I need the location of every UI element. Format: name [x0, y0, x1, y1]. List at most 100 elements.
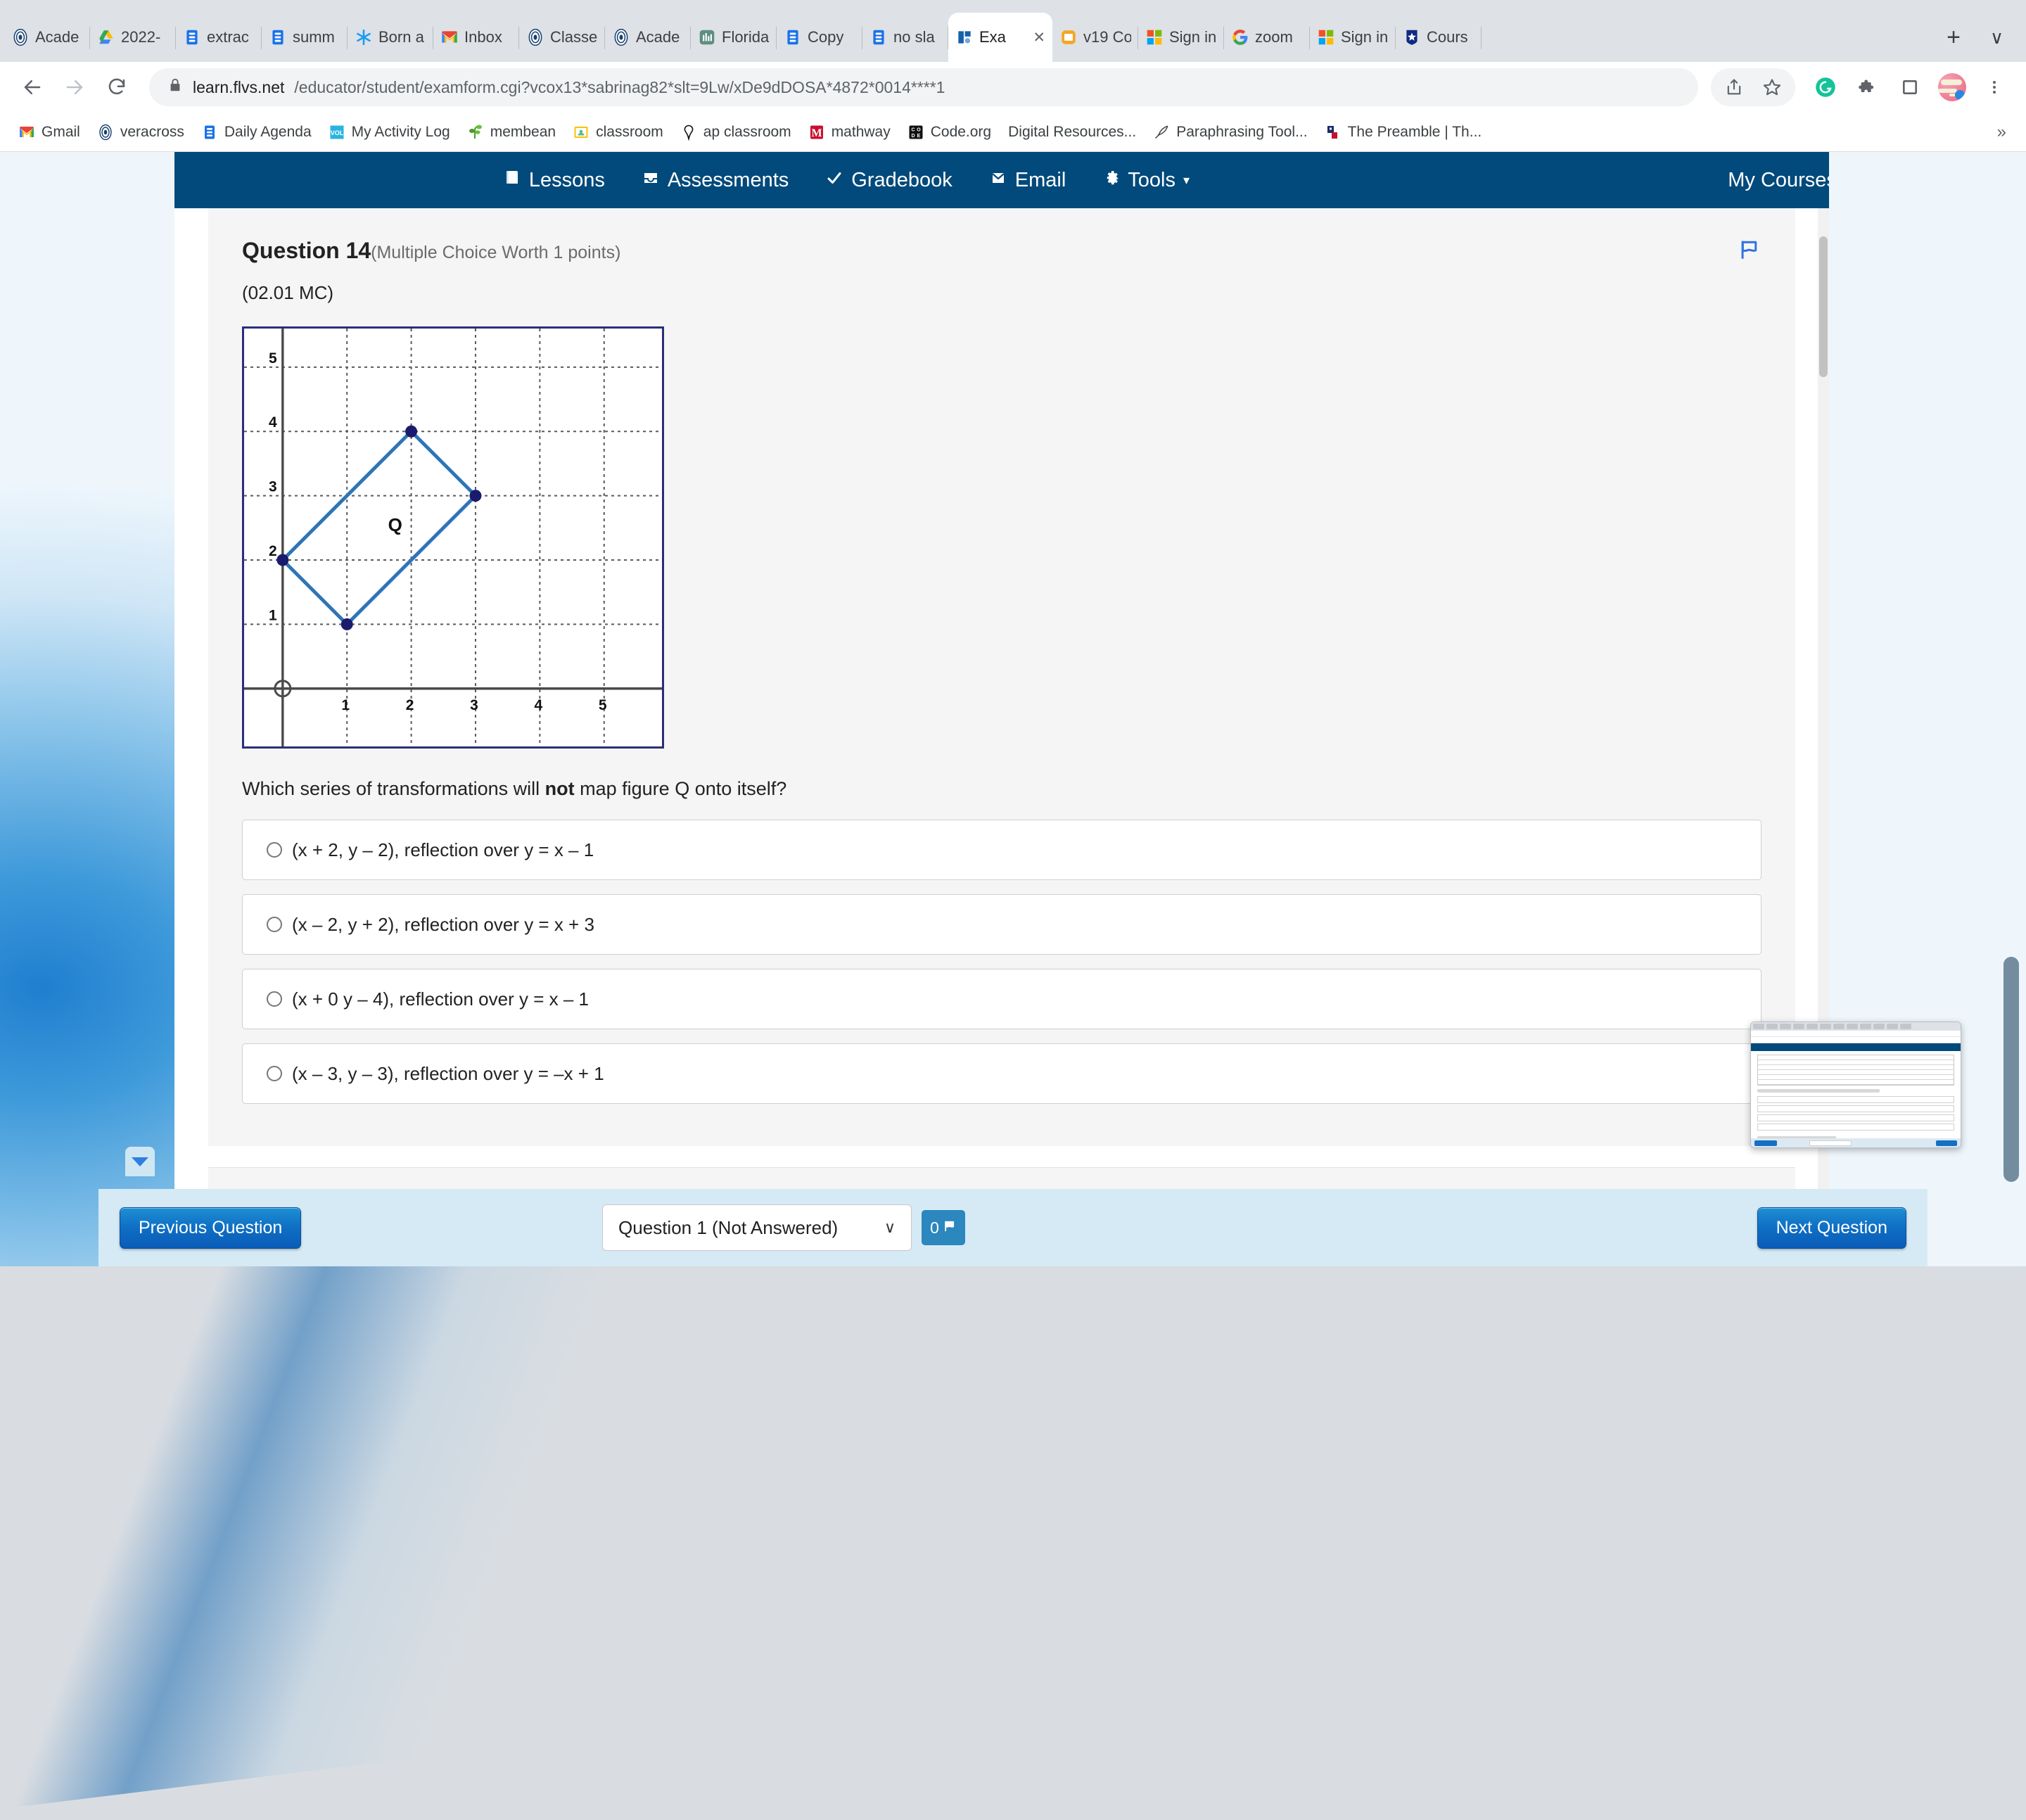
nav-lessons[interactable]: Lessons [504, 168, 605, 192]
flvs-page: FLVS Lessons Assessments Gradebook [174, 152, 1829, 1266]
bottom-right-actions: Next Question [1757, 1207, 1906, 1249]
bookmarks-overflow-button[interactable]: » [1987, 122, 2016, 142]
gear-icon [1102, 169, 1120, 192]
radio-button[interactable] [267, 1066, 282, 1081]
answer-choice[interactable]: (x – 2, y + 2), reflection over y = x + … [242, 894, 1761, 955]
nav-tools[interactable]: Tools ▾ [1102, 169, 1190, 192]
gmail-icon [18, 124, 35, 141]
thumb-bookmarks [1751, 1037, 1961, 1043]
tab-label: Classe [550, 28, 598, 46]
browser-tab[interactable]: Acade [4, 13, 90, 62]
next-question-button[interactable]: Next Question [1757, 1207, 1906, 1249]
bookmark-item[interactable]: Digital Resources... [1000, 120, 1145, 145]
bookmark-item[interactable]: The Preamble | Th... [1316, 120, 1491, 145]
browser-tab[interactable]: 2022- [90, 13, 176, 62]
scrollbar-thumb[interactable] [1819, 236, 1828, 377]
bookmark-label: Code.org [931, 124, 991, 141]
browser-tab[interactable]: summ [262, 13, 348, 62]
bookmark-item[interactable]: ap classroom [672, 120, 800, 145]
collapse-panel-button[interactable] [125, 1147, 155, 1176]
answer-choice-label: (x – 2, y + 2), reflection over y = x + … [292, 914, 594, 936]
tab-search-chevron-icon[interactable]: ∨ [1990, 27, 2013, 49]
answer-choice-list: (x + 2, y – 2), reflection over y = x – … [242, 820, 1761, 1104]
browser-tab[interactable]: Acade [605, 13, 691, 62]
browser-tab[interactable]: Classe [519, 13, 605, 62]
answer-choice[interactable]: (x + 2, y – 2), reflection over y = x – … [242, 820, 1761, 880]
browser-tab[interactable]: Exa✕ [948, 13, 1052, 62]
share-icon[interactable] [1715, 68, 1753, 106]
new-tab-button[interactable]: + [1935, 24, 1972, 51]
google-docs-icon [201, 124, 218, 141]
page-viewport: FLVS Lessons Assessments Gradebook [0, 152, 2026, 1266]
sidebar-toggle-icon[interactable] [1891, 68, 1929, 106]
svg-text:D: D [911, 134, 915, 139]
radio-button[interactable] [267, 991, 282, 1007]
browser-tab[interactable]: Florida [691, 13, 777, 62]
bookmark-item[interactable]: Daily Agenda [193, 120, 320, 145]
bookmark-item[interactable]: classroom [564, 120, 672, 145]
screen-share-preview-thumbnail[interactable] [1750, 1022, 1961, 1148]
question-standard-code: (02.01 MC) [242, 282, 1761, 304]
flagged-count-badge[interactable]: 0 [922, 1210, 965, 1245]
bookmark-star-icon[interactable] [1753, 68, 1791, 106]
nav-gradebook-label: Gradebook [851, 169, 953, 192]
veracross-icon [11, 28, 30, 46]
radio-button[interactable] [267, 842, 282, 858]
browser-tab[interactable]: Born a [348, 13, 433, 62]
nav-gradebook[interactable]: Gradebook [825, 169, 953, 192]
grammarly-extension-icon[interactable] [1807, 68, 1845, 106]
bookmark-label: membean [490, 124, 556, 141]
bookmark-item[interactable]: membean [459, 120, 564, 145]
url-path: /educator/student/examform.cgi?vcox13*sa… [294, 78, 945, 97]
bookmark-label: Digital Resources... [1008, 124, 1136, 141]
question-select[interactable]: Question 1 (Not Answered) ∨ [602, 1204, 912, 1251]
nav-assessments[interactable]: Assessments [642, 169, 789, 192]
reload-button[interactable] [97, 68, 136, 107]
avatar[interactable] [1933, 68, 1971, 106]
radio-button[interactable] [267, 917, 282, 932]
check-icon [825, 169, 843, 192]
svg-text:1: 1 [269, 607, 277, 623]
browser-tab[interactable]: no sla [862, 13, 948, 62]
browser-tab[interactable]: Sign in [1310, 13, 1396, 62]
browser-tab[interactable]: zoom [1224, 13, 1310, 62]
svg-text:1: 1 [341, 697, 350, 713]
browser-tab[interactable]: extrac [176, 13, 262, 62]
flag-question-button[interactable] [1738, 238, 1761, 265]
forward-button[interactable] [55, 68, 94, 107]
address-bar[interactable]: learn.flvs.net/educator/student/examform… [149, 68, 1698, 106]
bookmark-item[interactable]: veracross [89, 120, 193, 145]
answer-choice[interactable]: (x – 3, y – 3), reflection over y = –x +… [242, 1043, 1761, 1104]
bookmark-item[interactable]: CODECode.org [899, 120, 1000, 145]
back-button[interactable] [13, 68, 52, 107]
browser-tab[interactable]: Inbox [433, 13, 519, 62]
answer-choice[interactable]: (x + 0 y – 4), reflection over y = x – 1 [242, 969, 1761, 1029]
mathway-icon: M [808, 124, 825, 141]
question-card: Question 14(Multiple Choice Worth 1 poin… [208, 208, 1795, 1146]
bookmark-label: veracross [120, 124, 184, 141]
thumb-option [1757, 1124, 1954, 1131]
bookmark-item[interactable]: VOLMy Activity Log [320, 120, 459, 145]
bookmark-item[interactable]: Mmathway [800, 120, 899, 145]
chrome-menu-icon[interactable] [1975, 68, 2013, 106]
flvs-nav-center: Lessons Assessments Gradebook Email [504, 168, 1190, 192]
browser-tab[interactable]: Copy [777, 13, 862, 62]
bookmark-label: mathway [832, 124, 891, 141]
extensions-puzzle-icon[interactable] [1849, 68, 1887, 106]
bookmark-item[interactable]: Gmail [10, 120, 89, 145]
nav-email[interactable]: Email [989, 169, 1066, 192]
browser-tab[interactable]: Cours [1396, 13, 1482, 62]
svg-text:4: 4 [269, 414, 277, 431]
tab-label: Born a [378, 28, 426, 46]
bookmark-item[interactable]: Paraphrasing Tool... [1145, 120, 1315, 145]
tab-label: extrac [207, 28, 255, 46]
browser-tab[interactable]: v19 Co [1052, 13, 1138, 62]
previous-question-button[interactable]: Previous Question [120, 1207, 301, 1249]
question-header: Question 14(Multiple Choice Worth 1 poin… [242, 238, 1761, 265]
answer-choice-label: (x – 3, y – 3), reflection over y = –x +… [292, 1063, 604, 1085]
question-prompt: Which series of transformations will not… [242, 778, 1761, 800]
my-courses-menu[interactable]: My Courses ▾ [1728, 169, 1829, 192]
close-icon[interactable]: ✕ [1033, 29, 1045, 46]
browser-tab[interactable]: Sign in [1138, 13, 1224, 62]
tab-label: v19 Co [1083, 28, 1131, 46]
